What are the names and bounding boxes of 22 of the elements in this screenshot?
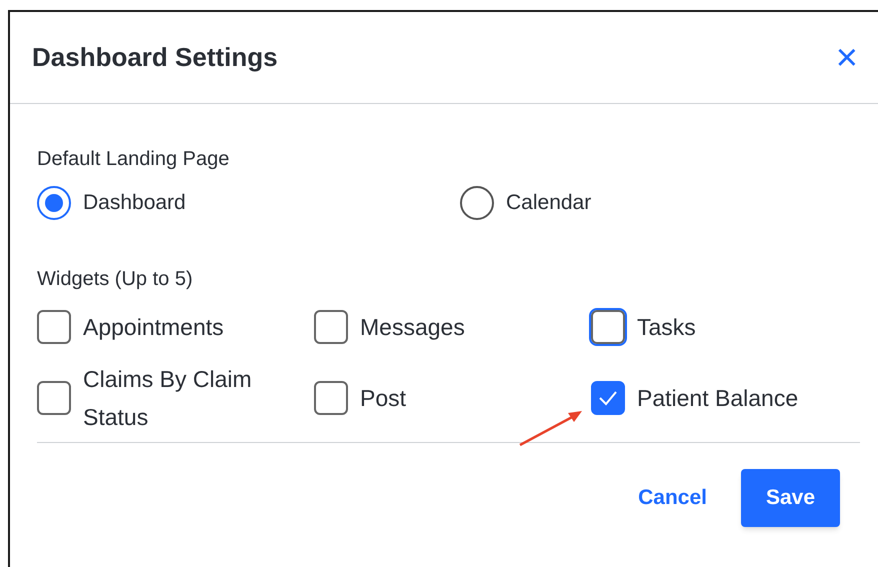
checkbox-label: Appointments (83, 313, 225, 342)
dialog-title: Dashboard Settings (32, 41, 278, 74)
section-label: Default Landing Page (37, 147, 230, 172)
checkbox-label: Claims By Claim Status (83, 365, 253, 432)
cancel-button[interactable]: Cancel (638, 482, 707, 514)
checkbox[interactable] (314, 381, 348, 415)
radio-button[interactable] (37, 186, 71, 220)
checkbox-label: Patient Balance (637, 384, 800, 413)
checkbox-label: Post (360, 384, 408, 413)
checkbox[interactable] (591, 381, 625, 415)
radio-button[interactable] (460, 186, 494, 220)
checkbox[interactable] (37, 310, 71, 344)
section-label: Widgets (Up to 5) (37, 267, 194, 292)
checkbox-label: Messages (360, 313, 466, 342)
radio-label: Calendar (506, 190, 592, 216)
checkbox[interactable] (37, 381, 71, 415)
save-button[interactable]: Save (741, 469, 840, 527)
close-button[interactable]: × (836, 38, 858, 76)
checkbox[interactable] (314, 310, 348, 344)
check-icon (598, 390, 618, 406)
checkbox-label: Tasks (637, 313, 697, 342)
radio-label: Dashboard (83, 190, 186, 216)
